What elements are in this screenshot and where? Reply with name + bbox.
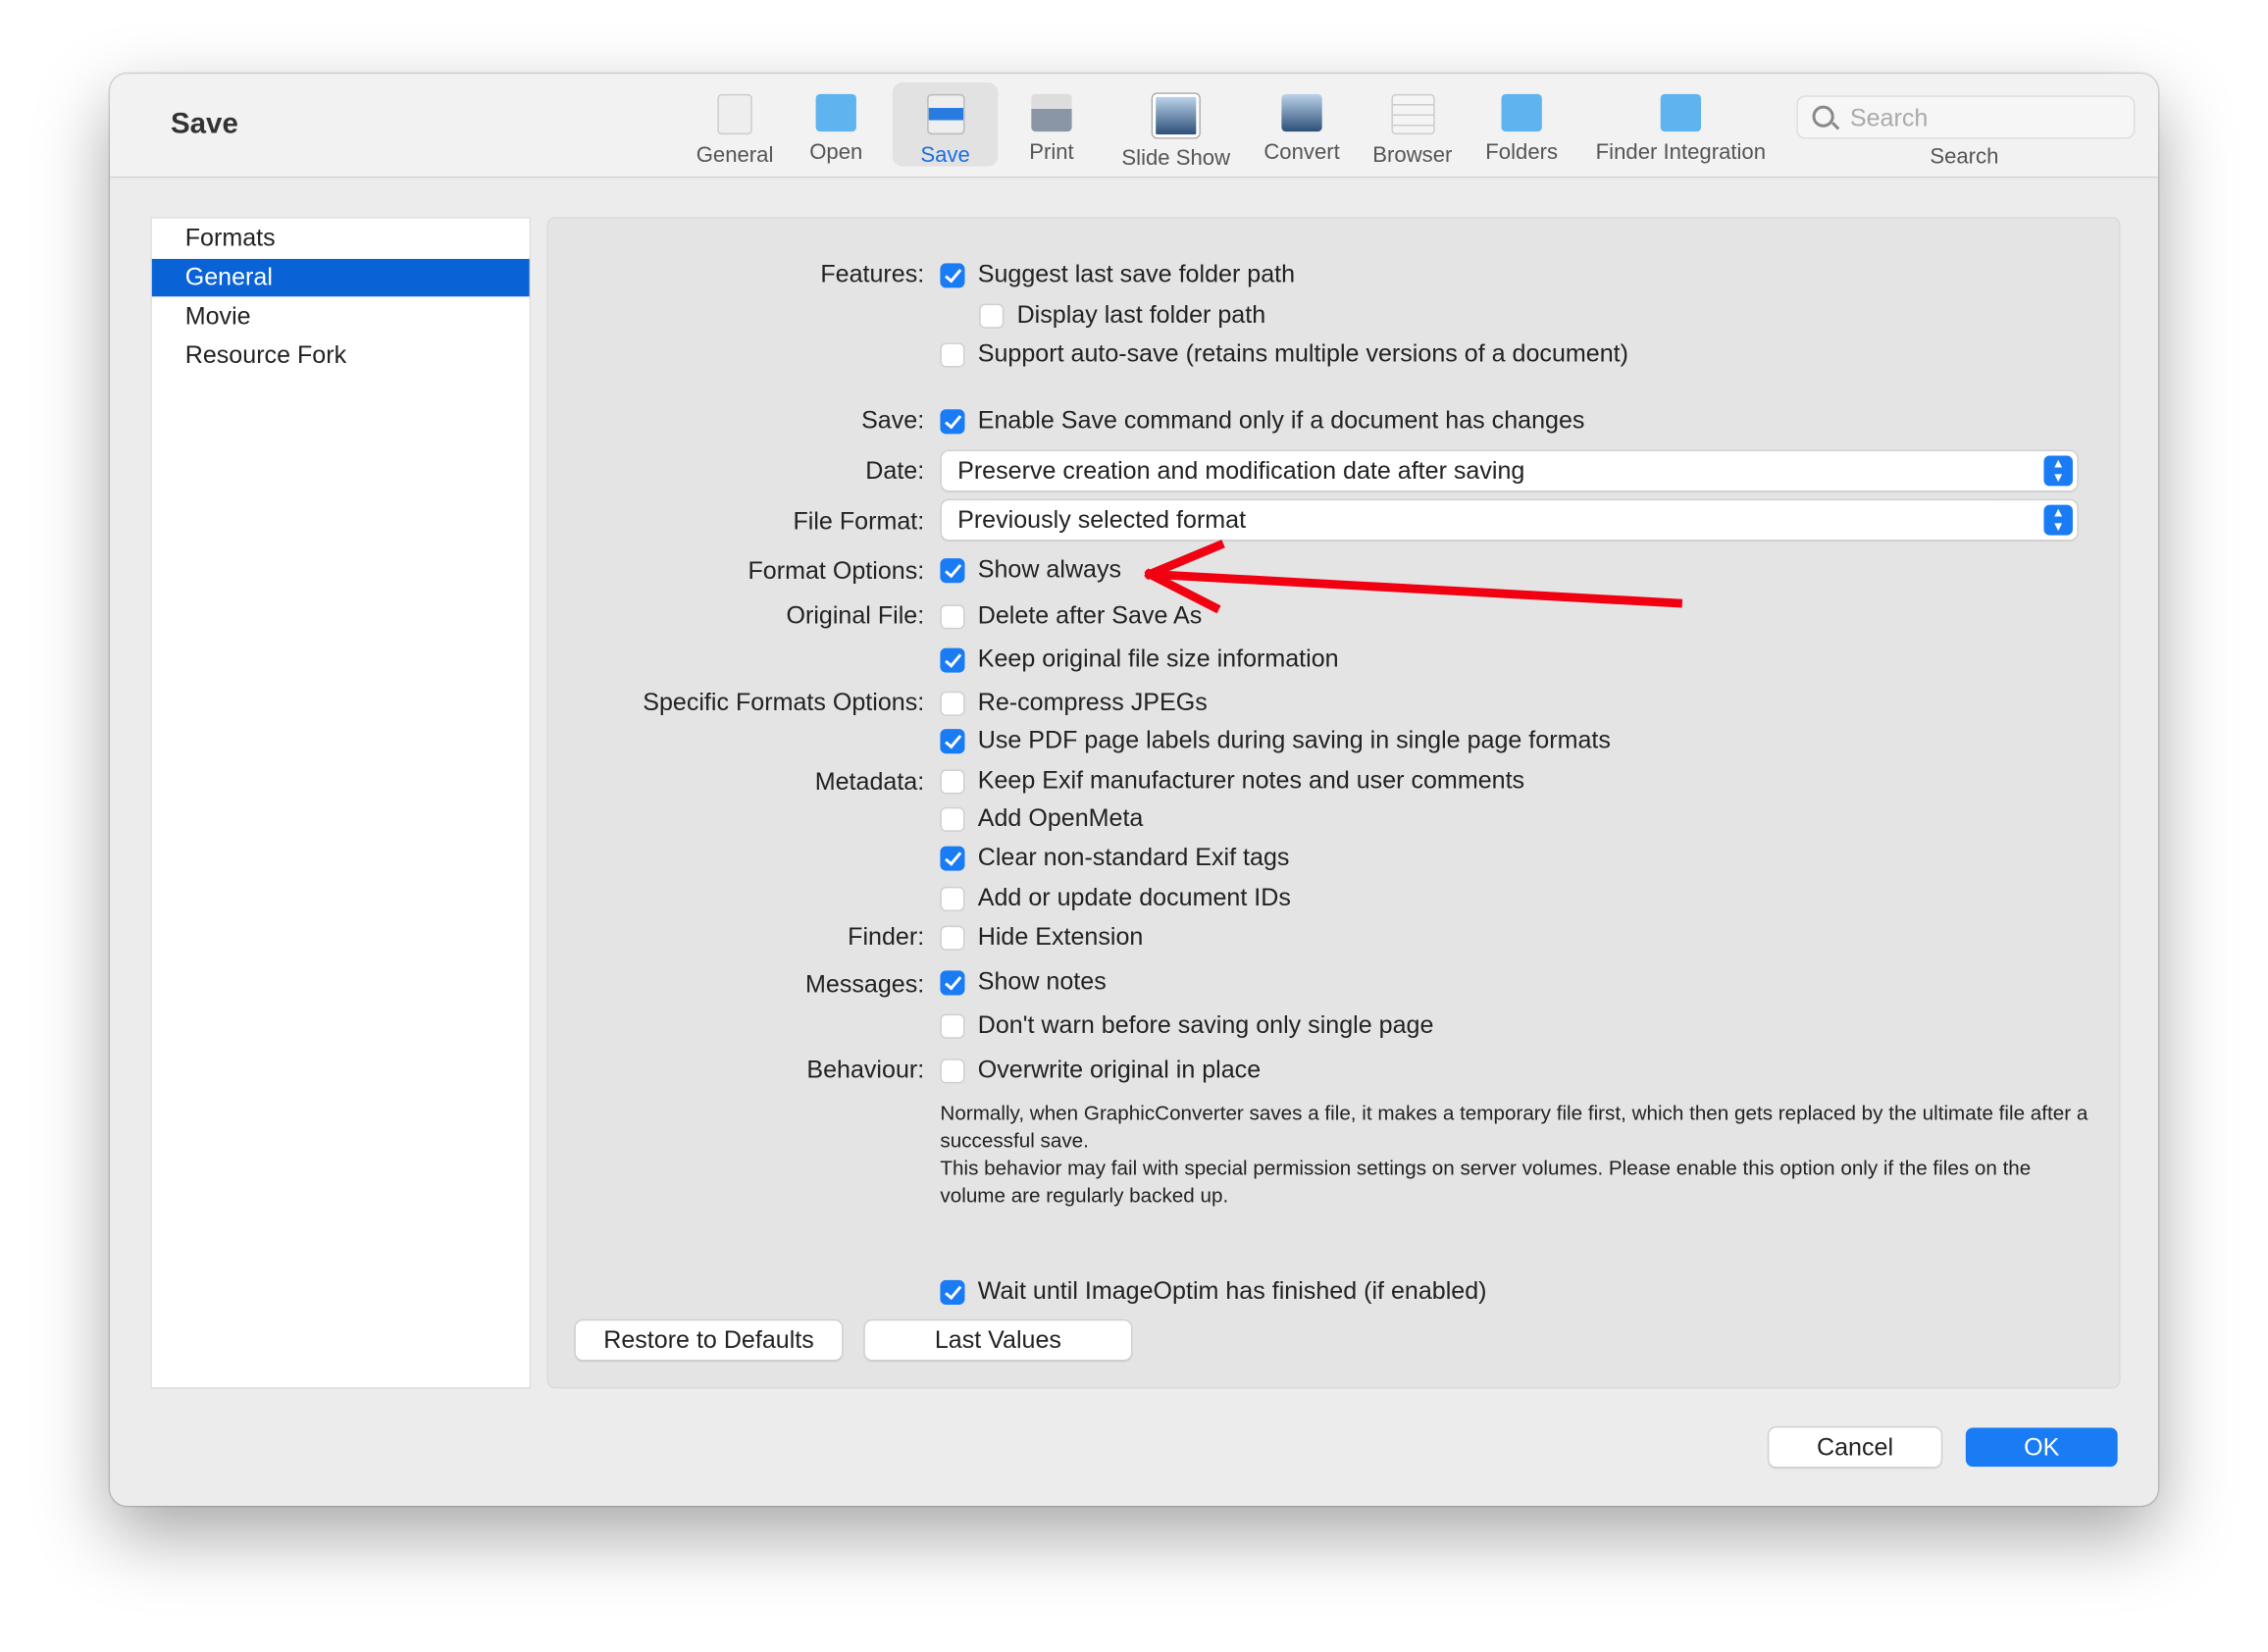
annotation-arrow	[1144, 540, 1683, 614]
